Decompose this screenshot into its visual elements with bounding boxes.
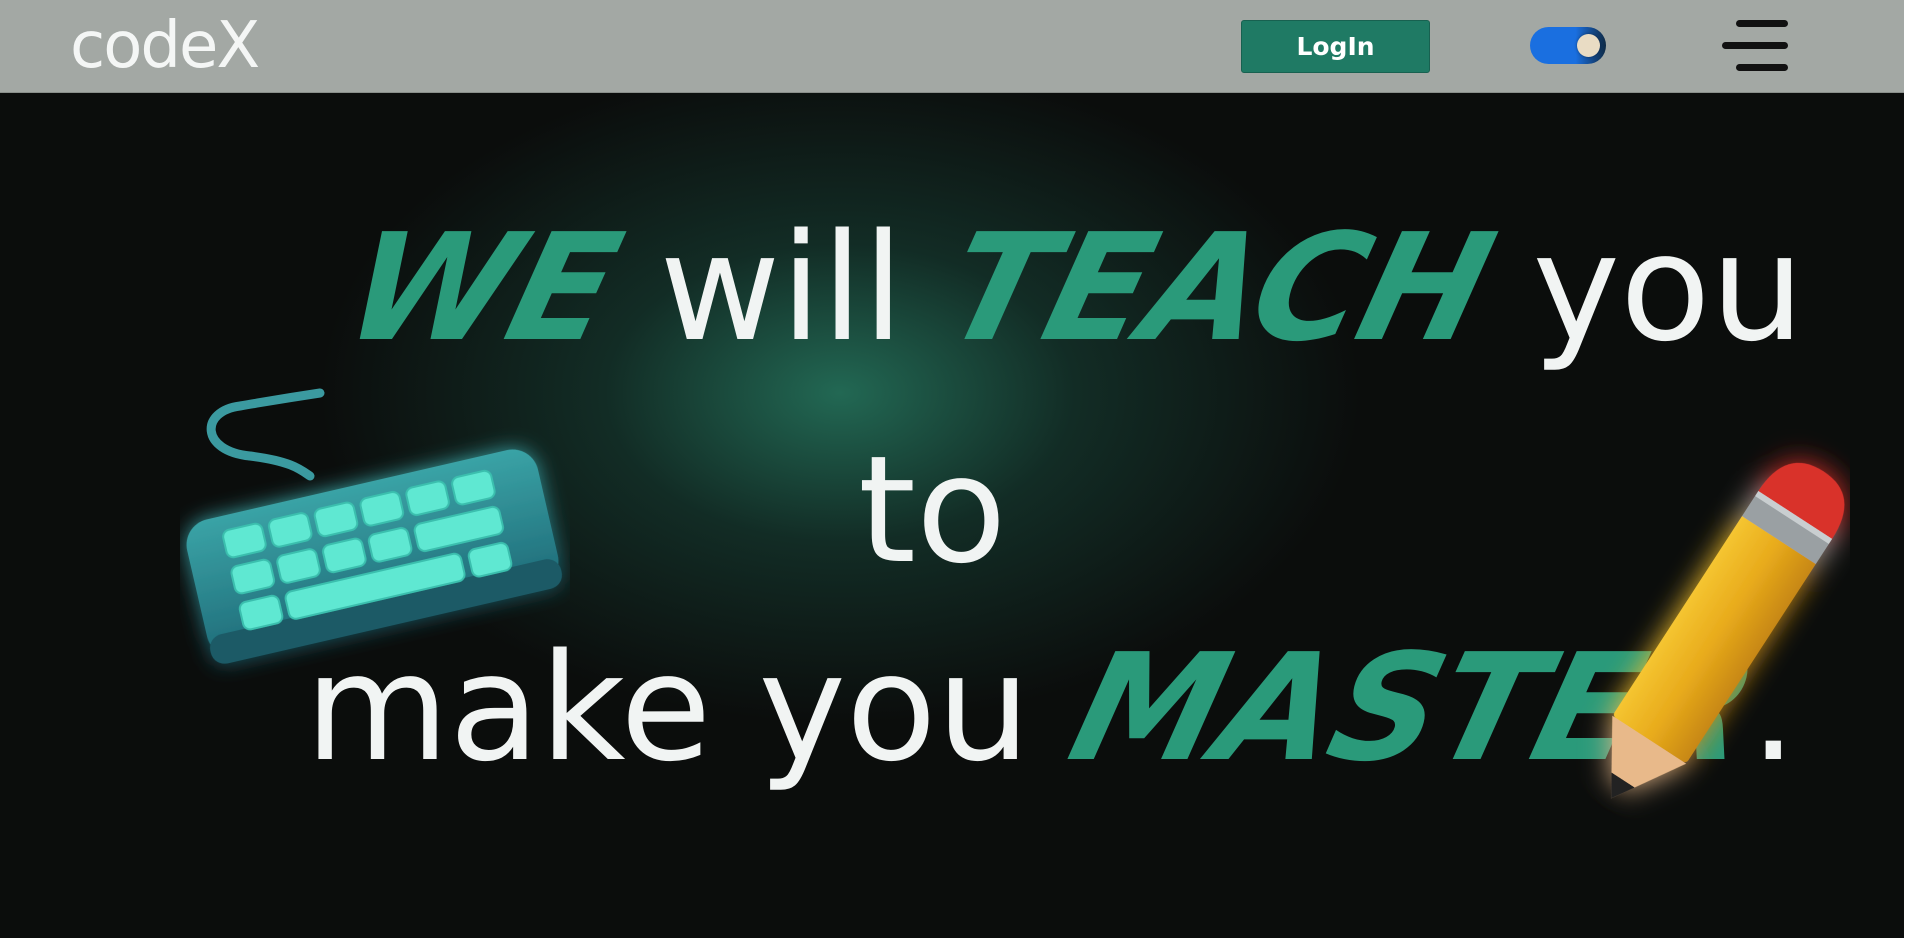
hero-line-1: WE will TEACH you [331, 202, 1805, 374]
hero-accent-we: WE [330, 202, 634, 374]
hero-text-will: will [612, 202, 951, 374]
navbar: codeX LogIn [0, 0, 1904, 93]
hamburger-icon[interactable] [1722, 20, 1788, 72]
hero-accent-teach: TEACH [929, 202, 1507, 374]
hero-text-to: to [858, 424, 1007, 596]
page: codeX LogIn WE will TEACH you to make yo… [0, 0, 1904, 938]
theme-toggle[interactable] [1530, 27, 1606, 64]
hero-line-2: to [858, 430, 1007, 590]
hero-text-you: you [1485, 202, 1805, 374]
pencil-icon [1611, 462, 1845, 799]
hero-section: WE will TEACH you to make you MASTER. [0, 93, 1904, 938]
brand-logo[interactable]: codeX [70, 6, 260, 86]
hero-text-make-you: make you [305, 622, 1078, 794]
login-button[interactable]: LogIn [1241, 20, 1430, 73]
toggle-knob [1577, 34, 1600, 57]
